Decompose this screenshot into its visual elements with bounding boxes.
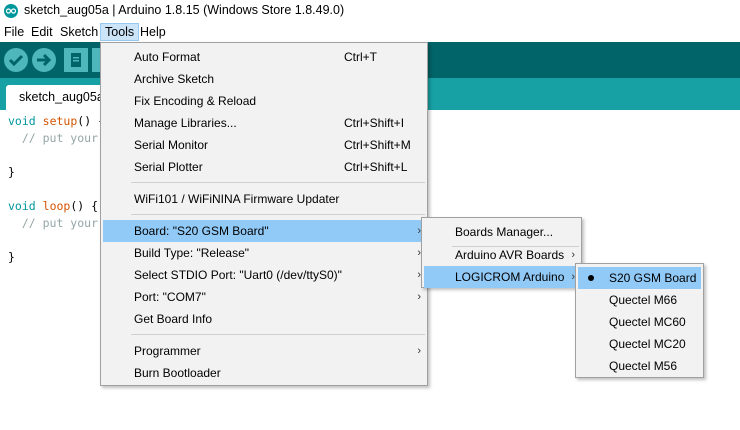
menu-item-programmer[interactable]: Programmer › xyxy=(103,340,425,362)
menu-item-arduino-avr[interactable]: Arduino AVR Boards › xyxy=(424,244,579,266)
menu-item-burn-bootloader[interactable]: Burn Bootloader xyxy=(103,362,425,384)
logicrom-submenu: S20 GSM Board Quectel M66 Quectel MC60 Q… xyxy=(575,263,704,378)
menu-item-auto-format[interactable]: Auto Format Ctrl+T xyxy=(103,46,425,68)
code-comment: // put your xyxy=(8,216,99,230)
menu-item-quectel-m56[interactable]: Quectel M56 xyxy=(578,355,701,377)
menu-sketch[interactable]: Sketch xyxy=(56,23,102,41)
menu-item-quectel-m66[interactable]: Quectel M66 xyxy=(578,289,701,311)
menu-help[interactable]: Help xyxy=(136,23,170,41)
menu-item-serial-plotter[interactable]: Serial Plotter Ctrl+Shift+L xyxy=(103,156,425,178)
menu-tools[interactable]: Tools xyxy=(100,23,140,41)
code-line: void setup() { xyxy=(8,114,105,128)
open-icon[interactable] xyxy=(92,48,100,72)
menu-item-serial-monitor[interactable]: Serial Monitor Ctrl+Shift+M xyxy=(103,134,425,156)
menu-separator xyxy=(131,182,425,183)
tools-menu: Auto Format Ctrl+T Archive Sketch Fix Enc… xyxy=(100,42,428,386)
chevron-right-icon: › xyxy=(417,345,421,357)
menu-item-boards-manager[interactable]: Boards Manager... xyxy=(424,221,579,243)
menu-item-port[interactable]: Port: "COM7" › xyxy=(103,286,425,308)
upload-icon[interactable] xyxy=(32,48,56,72)
menu-file[interactable]: File xyxy=(0,23,28,41)
chevron-right-icon: › xyxy=(417,291,421,303)
code-line: } xyxy=(8,165,15,179)
verify-icon[interactable] xyxy=(4,48,28,72)
selected-bullet-icon xyxy=(588,275,594,281)
menu-item-quectel-mc20[interactable]: Quectel MC20 xyxy=(578,333,701,355)
menu-item-fix-encoding[interactable]: Fix Encoding & Reload xyxy=(103,90,425,112)
menu-separator xyxy=(131,214,425,215)
menu-item-build-type[interactable]: Build Type: "Release" › xyxy=(103,242,425,264)
menu-item-board-info[interactable]: Get Board Info xyxy=(103,308,425,330)
menu-separator xyxy=(131,334,425,335)
menu-bar: File Edit Sketch Tools Help xyxy=(0,22,740,42)
code-line: } xyxy=(8,250,15,264)
menu-item-firmware-updater[interactable]: WiFi101 / WiFiNINA Firmware Updater xyxy=(103,188,425,210)
window-title: sketch_aug05a | Arduino 1.8.15 (Windows … xyxy=(24,3,345,17)
title-bar: sketch_aug05a | Arduino 1.8.15 (Windows … xyxy=(0,0,740,22)
tab-sketch[interactable]: sketch_aug05a xyxy=(6,85,106,110)
menu-item-quectel-mc60[interactable]: Quectel MC60 xyxy=(578,311,701,333)
menu-item-s20-gsm[interactable]: S20 GSM Board xyxy=(578,267,701,289)
new-icon[interactable] xyxy=(64,48,88,72)
menu-item-logicrom[interactable]: LOGICROM Arduino › xyxy=(424,266,579,288)
menu-item-board[interactable]: Board: "S20 GSM Board" › xyxy=(103,220,425,242)
code-line: void loop() { xyxy=(8,199,99,213)
menu-item-manage-libraries[interactable]: Manage Libraries... Ctrl+Shift+I xyxy=(103,112,425,134)
tab-label: sketch_aug05a xyxy=(19,90,104,104)
menu-item-stdio-port[interactable]: Select STDIO Port: "Uart0 (/dev/ttyS0)" › xyxy=(103,264,425,286)
board-submenu: Boards Manager... Arduino AVR Boards › LO… xyxy=(421,217,582,288)
menu-edit[interactable]: Edit xyxy=(27,23,57,41)
arduino-logo-icon xyxy=(4,4,18,18)
menu-item-archive-sketch[interactable]: Archive Sketch xyxy=(103,68,425,90)
code-comment: // put your xyxy=(8,131,99,145)
